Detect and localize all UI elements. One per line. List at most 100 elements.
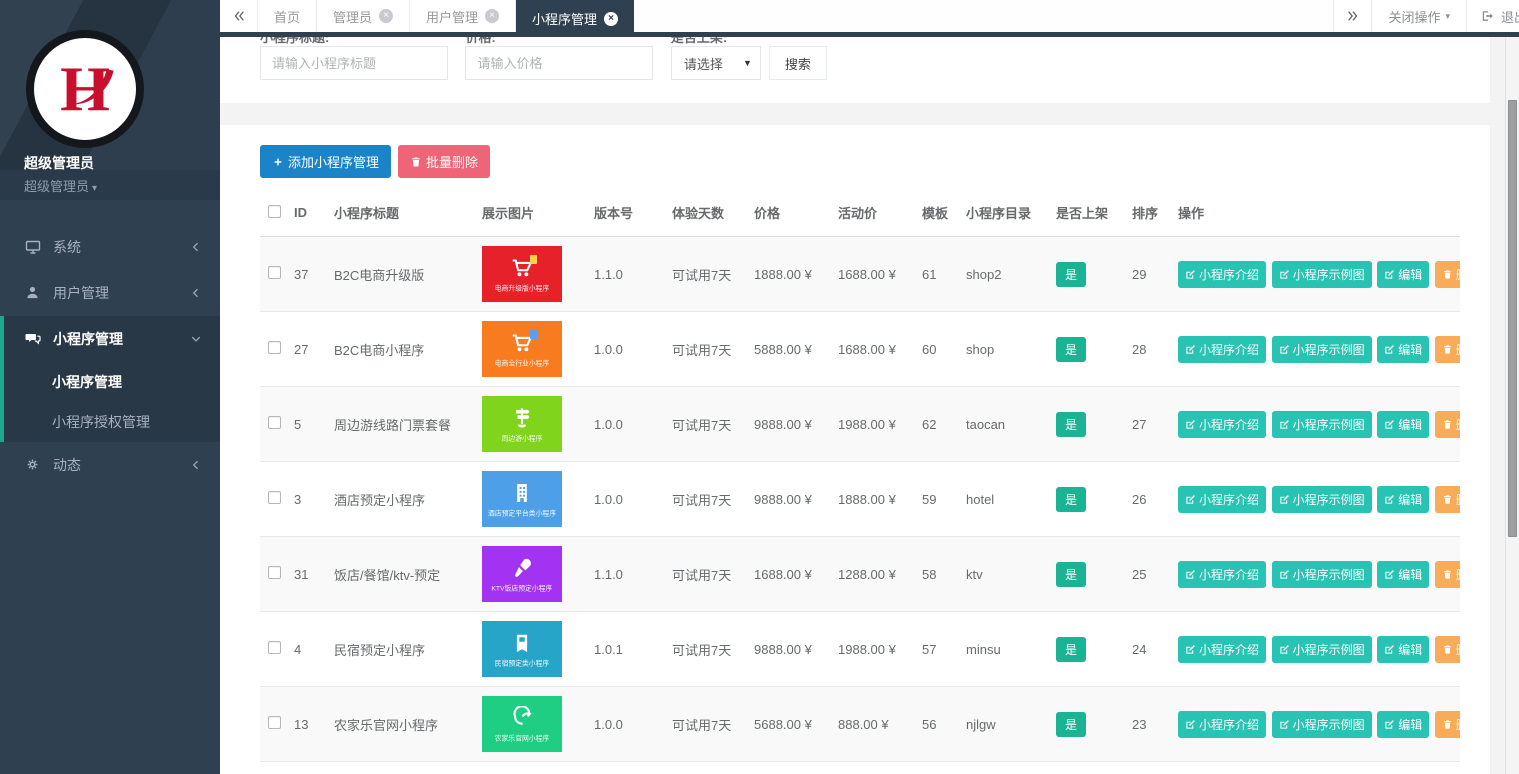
field-label: 小程序标题:: [260, 37, 448, 44]
on-shelf-badge[interactable]: 是: [1056, 637, 1086, 662]
edit-button[interactable]: 编辑: [1377, 636, 1429, 663]
row-checkbox[interactable]: [268, 641, 281, 654]
intro-button[interactable]: 小程序介绍: [1178, 636, 1266, 663]
edit-button[interactable]: 编辑: [1377, 411, 1429, 438]
cell-image: 电商升级版小程序: [480, 237, 592, 312]
row-checkbox[interactable]: [268, 716, 281, 729]
preview-image[interactable]: 周边游小程序: [482, 396, 562, 452]
edit-button[interactable]: 编辑: [1377, 261, 1429, 288]
cell-trial-days: 可试用7天: [670, 387, 752, 462]
vertical-scrollbar-thumb[interactable]: [1508, 100, 1517, 537]
column-header: 小程序目录: [964, 191, 1054, 237]
cell-trial-days: 可试用7天: [670, 462, 752, 537]
cell-trial-days: [670, 762, 752, 774]
edit-button[interactable]: 编辑: [1377, 561, 1429, 588]
batch-delete-button[interactable]: 批量删除: [398, 145, 490, 178]
preview-image[interactable]: 酒店预定平台类小程序: [482, 471, 562, 527]
delete-button[interactable]: 删除: [1435, 561, 1460, 588]
tab-admin[interactable]: 管理员 ×: [317, 0, 410, 32]
tab-user-management[interactable]: 用户管理 ×: [410, 0, 516, 32]
cell-template: 56: [920, 687, 964, 762]
angle-left-icon: [190, 241, 202, 253]
cell-trial-days: 可试用7天: [670, 537, 752, 612]
intro-button[interactable]: 小程序介绍: [1178, 486, 1266, 513]
examples-button[interactable]: 小程序示例图: [1272, 561, 1372, 588]
delete-button[interactable]: 删除: [1435, 411, 1460, 438]
intro-button[interactable]: 小程序介绍: [1178, 561, 1266, 588]
examples-button[interactable]: 小程序示例图: [1272, 486, 1372, 513]
select-all-checkbox[interactable]: [268, 205, 281, 218]
on-shelf-select[interactable]: 请选择 ▼: [671, 46, 761, 80]
preview-image[interactable]: 农家乐官网小程序: [482, 696, 562, 752]
sidebar-item-dynamic[interactable]: 动态: [0, 442, 220, 488]
search-button[interactable]: 搜索: [769, 46, 827, 80]
cell-on-shelf: 是: [1054, 387, 1130, 462]
cell-directory: [964, 762, 1054, 774]
intro-button[interactable]: 小程序介绍: [1178, 711, 1266, 738]
miniprogram-title-input[interactable]: [260, 46, 448, 80]
vertical-scrollbar-track[interactable]: [1505, 37, 1519, 774]
on-shelf-badge[interactable]: 是: [1056, 262, 1086, 287]
delete-button[interactable]: 删除: [1435, 261, 1460, 288]
cell-on-shelf: 是: [1054, 687, 1130, 762]
close-operations-dropdown[interactable]: 关闭操作 ▾: [1371, 0, 1466, 32]
preview-image[interactable]: 电商升级版小程序: [482, 246, 562, 302]
cell-on-shelf: 是: [1054, 612, 1130, 687]
examples-button[interactable]: 小程序示例图: [1272, 411, 1372, 438]
row-checkbox[interactable]: [268, 491, 281, 504]
logo-monogram: H: [60, 57, 110, 121]
examples-button[interactable]: 小程序示例图: [1272, 711, 1372, 738]
intro-button[interactable]: 小程序介绍: [1178, 261, 1266, 288]
edit-button[interactable]: 编辑: [1377, 486, 1429, 513]
tab-miniprogram-management[interactable]: 小程序管理 ×: [516, 0, 634, 37]
tab-home[interactable]: 首页: [258, 0, 317, 32]
on-shelf-badge[interactable]: 是: [1056, 712, 1086, 737]
delete-button[interactable]: 删除: [1435, 486, 1460, 513]
cell-image: 农家乐官网小程序: [480, 687, 592, 762]
row-checkbox[interactable]: [268, 341, 281, 354]
edit-button[interactable]: 编辑: [1377, 711, 1429, 738]
cell-id: 5: [292, 387, 332, 462]
sidebar-subitem-miniprogram-management[interactable]: 小程序管理: [4, 362, 220, 402]
cell-image: 民宿预定类小程序: [480, 612, 592, 687]
on-shelf-badge[interactable]: 是: [1056, 562, 1086, 587]
intro-button[interactable]: 小程序介绍: [1178, 336, 1266, 363]
image-caption: 酒店预定平台类小程序: [488, 509, 556, 517]
trash-icon: [1442, 344, 1453, 355]
user-icon: [25, 285, 43, 301]
examples-button[interactable]: 小程序示例图: [1272, 636, 1372, 663]
on-shelf-badge[interactable]: 是: [1056, 337, 1086, 362]
on-shelf-badge[interactable]: 是: [1056, 412, 1086, 437]
sidebar-item-user-management[interactable]: 用户管理: [0, 270, 220, 316]
preview-image[interactable]: 民宿预定类小程序: [482, 621, 562, 677]
cell-promo-price: 1888.00 ¥: [836, 462, 920, 537]
tabs-scroll-left-button[interactable]: [220, 0, 258, 32]
row-checkbox[interactable]: [268, 266, 281, 279]
add-miniprogram-button[interactable]: 添加小程序管理: [260, 145, 391, 178]
tabs-scroll-right-button[interactable]: [1333, 0, 1371, 32]
user-role-dropdown[interactable]: 超级管理员▾: [24, 176, 97, 195]
delete-button[interactable]: 删除: [1435, 336, 1460, 363]
close-icon[interactable]: ×: [379, 9, 393, 23]
close-icon[interactable]: ×: [604, 12, 618, 26]
preview-image[interactable]: 电商全行业小程序: [482, 321, 562, 377]
sidebar-item-label: 用户管理: [53, 283, 190, 303]
row-checkbox[interactable]: [268, 416, 281, 429]
price-input[interactable]: [465, 46, 653, 80]
sidebar-item-miniprogram-management[interactable]: 小程序管理: [4, 316, 220, 362]
delete-button[interactable]: 删除: [1435, 636, 1460, 663]
row-checkbox[interactable]: [268, 566, 281, 579]
cell-promo-price: 1688.00 ¥: [836, 312, 920, 387]
sidebar-item-system[interactable]: 系统: [0, 224, 220, 270]
table-row: 37 B2C电商升级版 电商升级版小程序 1.1.0 可试用7天 1888.00…: [260, 237, 1460, 312]
examples-button[interactable]: 小程序示例图: [1272, 261, 1372, 288]
close-icon[interactable]: ×: [485, 9, 499, 23]
preview-image[interactable]: KTV饭店预定小程序: [482, 546, 562, 602]
on-shelf-badge[interactable]: 是: [1056, 487, 1086, 512]
intro-button[interactable]: 小程序介绍: [1178, 411, 1266, 438]
logout-button[interactable]: 退出: [1466, 0, 1519, 32]
sidebar-subitem-miniprogram-auth-management[interactable]: 小程序授权管理: [4, 402, 220, 442]
edit-button[interactable]: 编辑: [1377, 336, 1429, 363]
delete-button[interactable]: 删除: [1435, 711, 1460, 738]
examples-button[interactable]: 小程序示例图: [1272, 336, 1372, 363]
